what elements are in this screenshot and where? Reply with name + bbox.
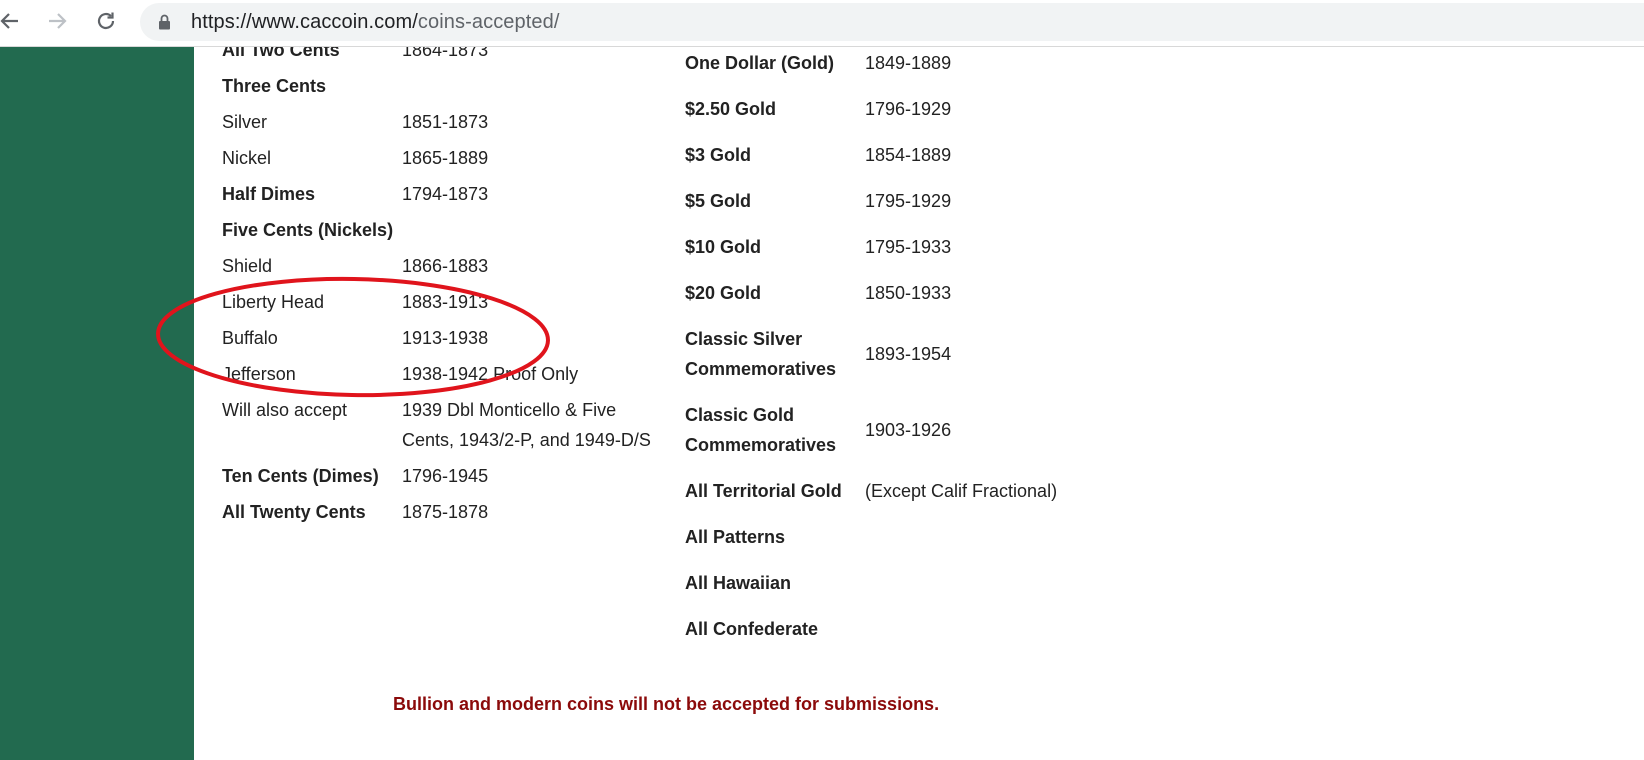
coin-label: $5 Gold <box>685 191 752 211</box>
coin-row-all-twenty-cents: All Twenty Cents 1875-1878 <box>222 494 662 530</box>
url-path: coins-accepted/ <box>417 11 560 33</box>
coin-row-20-gold: $20 Gold 1850-1933 <box>685 270 1245 316</box>
coin-label: Jefferson <box>222 364 296 384</box>
url-text: https://www.caccoin.com/coins-accepted/ <box>191 11 560 34</box>
coin-label: All Patterns <box>685 527 786 547</box>
coin-row-5-gold: $5 Gold 1795-1929 <box>685 178 1245 224</box>
coin-row-jefferson: Jefferson 1938-1942 Proof Only <box>222 356 662 392</box>
coin-row-classic-silver-commemoratives: Classic Silver Commemoratives 1893-1954 <box>685 316 1245 392</box>
coin-label: Liberty Head <box>222 292 325 312</box>
coin-row-all-territorial-gold: All Territorial Gold (Except Calif Fracti… <box>685 468 1245 514</box>
coin-label: All Territorial Gold <box>685 481 842 501</box>
coin-label: All Two Cents <box>222 47 340 60</box>
coin-years: 1849-1889 <box>865 53 952 73</box>
coin-years: 1865-1889 <box>402 148 489 168</box>
coin-years: 1795-1929 <box>865 191 952 211</box>
coin-row-one-dollar-gold: One Dollar (Gold) 1849-1889 <box>685 47 1245 86</box>
coin-years: 1883-1913 <box>402 292 489 312</box>
coin-years: 1866-1883 <box>402 256 489 276</box>
notice-text: Bullion and modern coins will not be acc… <box>393 694 940 714</box>
coin-years: (Except Calif Fractional) <box>865 481 1058 501</box>
coin-label: Classic Silver Commemoratives <box>685 329 837 379</box>
coin-years: 1795-1933 <box>865 237 952 257</box>
coin-years: 1913-1938 <box>402 328 489 348</box>
reload-button[interactable] <box>91 6 121 36</box>
left-coin-table: All Two Cents 1864-1873 Three Cents Silver 1… <box>222 47 662 530</box>
coin-years: 1864-1873 <box>402 47 489 60</box>
coin-row-liberty-head: Liberty Head 1883-1913 <box>222 284 662 320</box>
coin-label: Shield <box>222 256 273 276</box>
coin-years: 1794-1873 <box>402 184 489 204</box>
coin-label: Classic Gold Commemoratives <box>685 405 837 455</box>
browser-toolbar: https://www.caccoin.com/coins-accepted/ <box>0 0 1644 47</box>
coin-years: 1893-1954 <box>865 344 952 364</box>
coin-years: 1939 Dbl Monticello & Five Cents, 1943/2… <box>402 400 651 450</box>
coin-label: Three Cents <box>222 76 327 96</box>
coin-label: $20 Gold <box>685 283 762 303</box>
coin-label: Five Cents (Nickels) <box>222 220 394 240</box>
coin-years: 1796-1929 <box>865 99 952 119</box>
coin-years: 1850-1933 <box>865 283 952 303</box>
coin-label: $10 Gold <box>685 237 762 257</box>
back-arrow-icon <box>0 13 18 29</box>
back-button[interactable] <box>0 6 24 36</box>
coin-years: 1938-1942 Proof Only <box>402 364 579 384</box>
coin-label: Buffalo <box>222 328 278 348</box>
coin-label: One Dollar (Gold) <box>685 53 835 73</box>
coin-row-will-also-accept: Will also accept 1939 Dbl Monticello & Fi… <box>222 392 662 458</box>
coin-row-2-50-gold: $2.50 Gold 1796-1929 <box>685 86 1245 132</box>
coin-label: $3 Gold <box>685 145 752 165</box>
coin-label: All Hawaiian <box>685 573 792 593</box>
forward-arrow-icon <box>49 13 67 29</box>
coin-row-nickel: Nickel 1865-1889 <box>222 140 662 176</box>
coin-row-five-cents-nickels: Five Cents (Nickels) <box>222 212 662 248</box>
coin-label: Ten Cents (Dimes) <box>222 466 379 486</box>
forward-button[interactable] <box>43 6 73 36</box>
coin-label: Silver <box>222 112 268 132</box>
address-bar[interactable]: https://www.caccoin.com/coins-accepted/ <box>140 3 1644 41</box>
coin-row-shield: Shield 1866-1883 <box>222 248 662 284</box>
coin-years: 1875-1878 <box>402 502 489 522</box>
reload-icon <box>97 12 115 30</box>
coin-row-ten-cents-dimes: Ten Cents (Dimes) 1796-1945 <box>222 458 662 494</box>
coin-row-3-gold: $3 Gold 1854-1889 <box>685 132 1245 178</box>
coin-row-three-cents: Three Cents <box>222 68 662 104</box>
coin-years: 1796-1945 <box>402 466 489 486</box>
coin-row-buffalo: Buffalo 1913-1938 <box>222 320 662 356</box>
coin-label: Nickel <box>222 148 272 168</box>
coin-row-all-two-cents: All Two Cents 1864-1873 <box>222 47 662 68</box>
coin-row-all-patterns: All Patterns <box>685 514 1245 560</box>
coin-label: Will also accept <box>222 400 348 420</box>
coin-years: 1854-1889 <box>865 145 952 165</box>
lock-icon <box>159 14 170 30</box>
coin-years: 1903-1926 <box>865 420 952 440</box>
coin-label: $2.50 Gold <box>685 99 777 119</box>
right-coin-table: One Dollar (Gold) 1849-1889 $2.50 Gold 1796… <box>685 47 1245 652</box>
coin-row-silver: Silver 1851-1873 <box>222 104 662 140</box>
coin-row-classic-gold-commemoratives: Classic Gold Commemoratives 1903-1926 <box>685 392 1245 468</box>
coin-row-10-gold: $10 Gold 1795-1933 <box>685 224 1245 270</box>
url-domain: https://www.caccoin.com/ <box>191 11 418 33</box>
left-sidebar <box>0 47 194 760</box>
coin-row-all-hawaiian: All Hawaiian <box>685 560 1245 606</box>
coin-label: All Confederate <box>685 619 819 639</box>
coin-label: Half Dimes <box>222 184 316 204</box>
coin-row-half-dimes: Half Dimes 1794-1873 <box>222 176 662 212</box>
coin-years: 1851-1873 <box>402 112 489 132</box>
coin-label: All Twenty Cents <box>222 502 366 522</box>
coin-row-all-confederate: All Confederate <box>685 606 1245 652</box>
page-content: All Two Cents 1864-1873 Three Cents Silver 1… <box>194 47 1644 760</box>
